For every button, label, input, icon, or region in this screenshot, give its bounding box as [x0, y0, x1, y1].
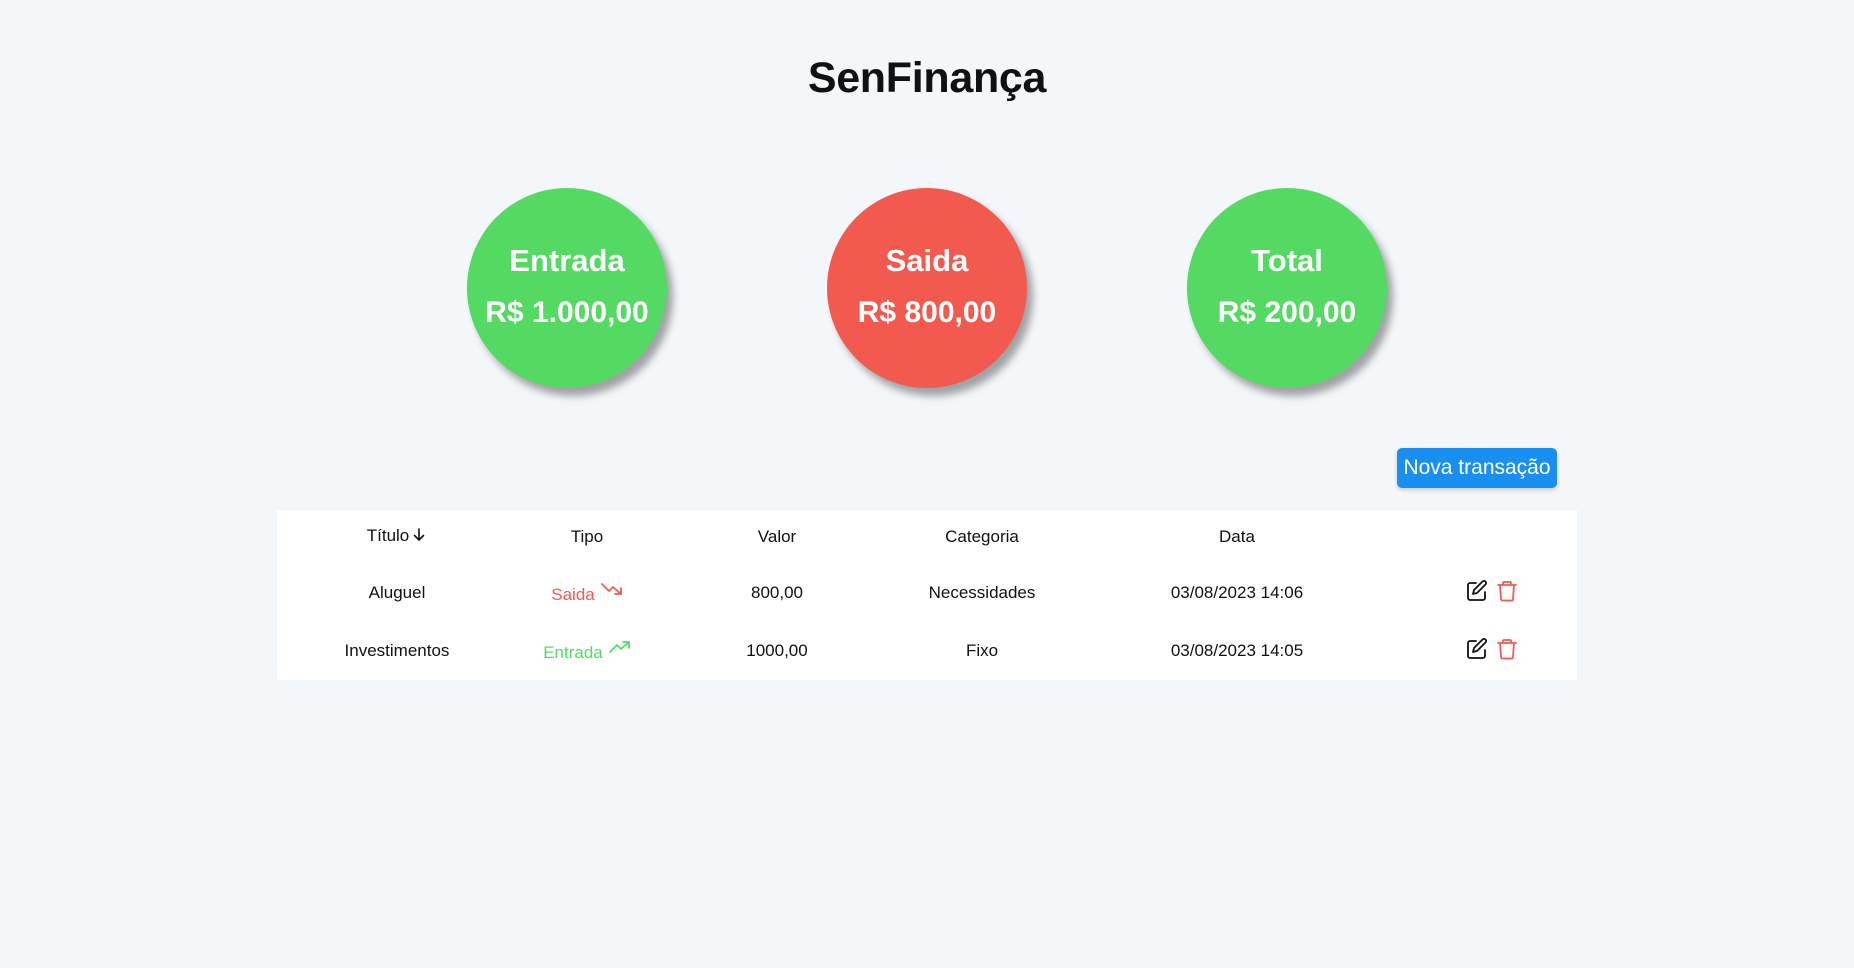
- trending-up-icon: [608, 641, 630, 653]
- cell-valor: 1000,00: [746, 641, 808, 660]
- cell-actions: [1407, 622, 1577, 680]
- trash-icon[interactable]: [1495, 579, 1519, 603]
- edit-icon[interactable]: [1465, 579, 1489, 603]
- tipo-label: Entrada: [543, 643, 603, 662]
- saida-value: R$ 800,00: [857, 296, 997, 329]
- cell-tipo: Saida: [517, 564, 657, 622]
- edit-icon[interactable]: [1465, 637, 1489, 661]
- column-header-titulo-label: Título: [366, 526, 410, 546]
- entrada-value: R$ 1.000,00: [485, 296, 649, 329]
- column-header-actions: [1407, 510, 1577, 564]
- new-transaction-button[interactable]: Nova transação: [1397, 448, 1557, 488]
- transactions-table-container: Título Tipo Valor Categoria Data Aluguel…: [277, 510, 1577, 680]
- total-value: R$ 200,00: [1217, 296, 1357, 329]
- tipo-label: Saida: [551, 585, 595, 604]
- cell-data: 03/08/2023 14:05: [1170, 641, 1304, 660]
- total-label: Total: [1251, 243, 1323, 278]
- cell-categoria: Necessidades: [928, 583, 1036, 602]
- total-card: Total R$ 200,00: [1187, 188, 1387, 388]
- trash-icon[interactable]: [1495, 637, 1519, 661]
- column-header-valor: Valor: [757, 527, 797, 546]
- summary-cards: Entrada R$ 1.000,00 Saida R$ 800,00 Tota…: [0, 188, 1854, 388]
- saida-label: Saida: [885, 243, 969, 278]
- table-row: Investimentos Entrada 1000,00 Fixo 03/08…: [277, 622, 1577, 680]
- cell-valor: 800,00: [751, 583, 803, 602]
- trending-down-icon: [600, 583, 622, 595]
- cell-tipo: Entrada: [517, 622, 657, 680]
- column-header-tipo: Tipo: [570, 527, 604, 546]
- column-header-titulo[interactable]: Título: [277, 510, 517, 564]
- cell-data: 03/08/2023 14:06: [1170, 583, 1304, 602]
- arrow-down-icon[interactable]: [411, 527, 427, 548]
- column-header-categoria: Categoria: [945, 527, 1019, 546]
- saida-card: Saida R$ 800,00: [827, 188, 1027, 388]
- entrada-label: Entrada: [509, 243, 625, 278]
- table-header-row: Título Tipo Valor Categoria Data: [277, 510, 1577, 564]
- transactions-table: Título Tipo Valor Categoria Data Aluguel…: [277, 510, 1577, 680]
- cell-titulo: Investimentos: [344, 641, 450, 660]
- cell-actions: [1407, 564, 1577, 622]
- cell-categoria: Fixo: [965, 641, 999, 660]
- entrada-card: Entrada R$ 1.000,00: [467, 188, 667, 388]
- page-title: SenFinança: [807, 54, 1047, 102]
- table-row: Aluguel Saida 800,00 Necessidades 03/08/…: [277, 564, 1577, 622]
- column-header-data: Data: [1219, 527, 1255, 546]
- cell-titulo: Aluguel: [368, 583, 426, 602]
